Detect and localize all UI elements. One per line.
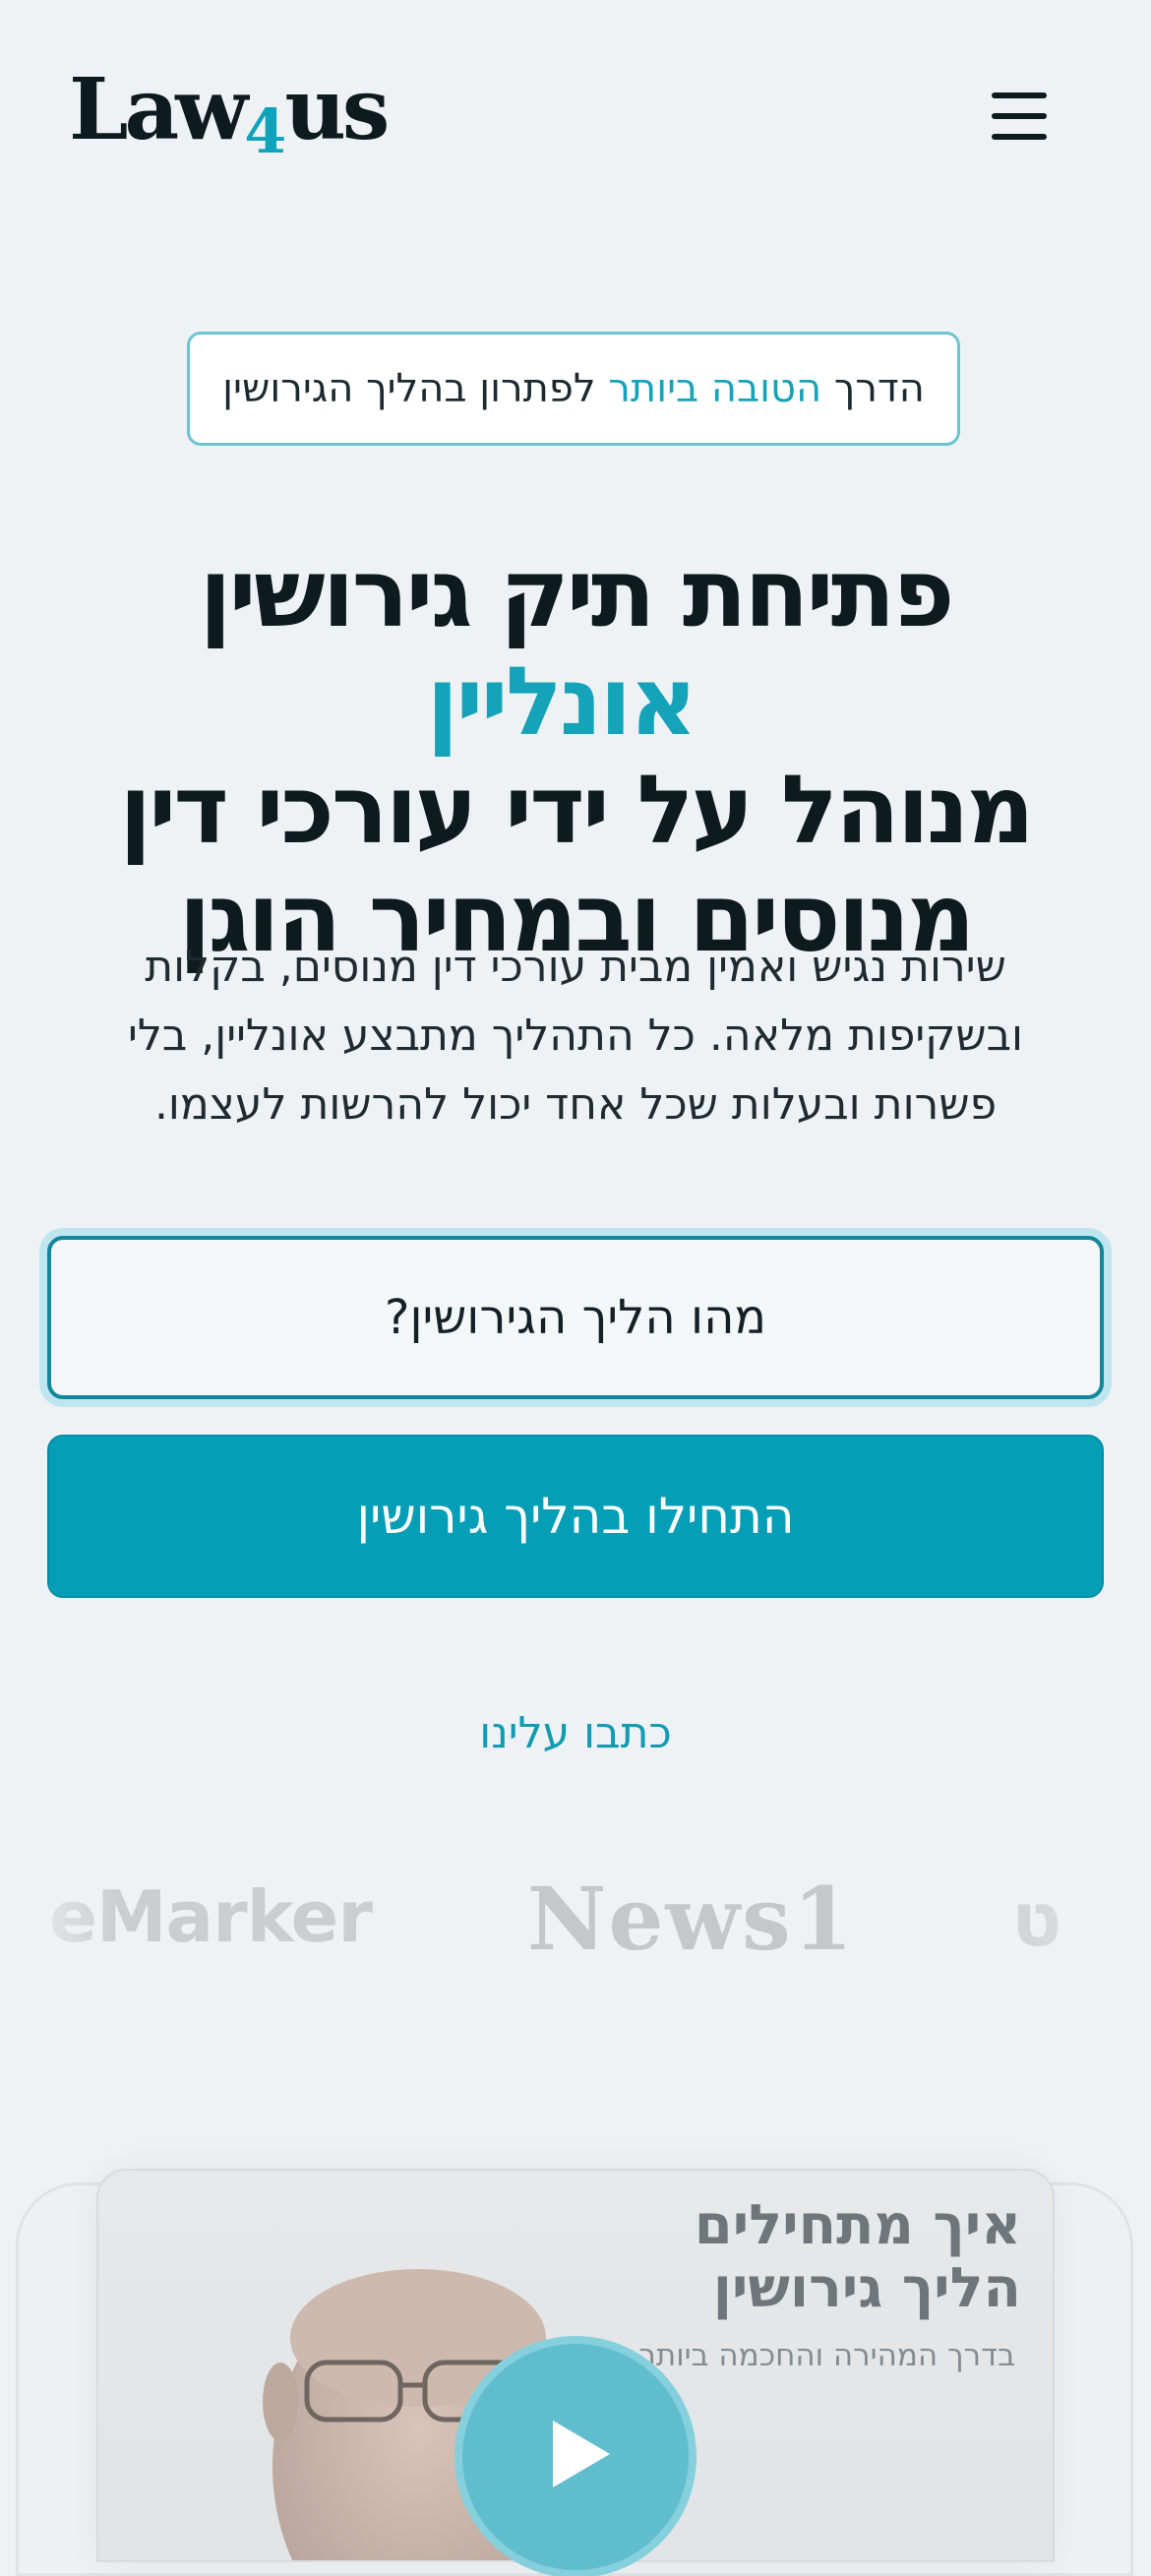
badge-text-start: הדרך xyxy=(833,366,925,411)
what-is-divorce-button[interactable]: מהו הליך הגירושין? xyxy=(47,1236,1104,1399)
tagline-badge: הדרך הטובה ביותר לפתרון בהליך הגירושין xyxy=(187,332,960,446)
hero-headline: פתיחת תיק גירושין אונליין מנוהל על ידי ע… xyxy=(59,539,1092,972)
video-title-line-2: הליך גירושין xyxy=(712,2256,1021,2320)
badge-text-end: לפתרון בהליך הגירושין xyxy=(222,366,596,411)
start-divorce-button[interactable]: התחילו בהליך גירושין xyxy=(47,1435,1104,1598)
carousel-fade-right xyxy=(1033,1850,1151,1988)
press-logo-news1: News1 xyxy=(527,1868,855,1970)
logo-text-four: 4 xyxy=(244,95,286,167)
hero-description: שירות נגיש ואמין מבית עורכי דין מנוסים, … xyxy=(127,942,1023,1130)
brand-logo[interactable]: Law4us xyxy=(69,60,390,168)
headline-line-1-text: פתיחת תיק גירושין xyxy=(199,538,955,648)
play-icon[interactable] xyxy=(553,2421,610,2487)
logo-text-us: us xyxy=(284,60,390,159)
press-link[interactable]: כתבו עלינו xyxy=(379,1708,772,1758)
carousel-fade-left xyxy=(0,1850,118,1988)
headline-line-1: פתיחת תיק גירושין אונליין xyxy=(59,539,1092,756)
video-title-line-1: איך מתחילים xyxy=(694,2193,1021,2257)
hamburger-icon[interactable] xyxy=(992,92,1047,140)
badge-text-accent: הטובה ביותר xyxy=(608,366,822,411)
headline-line-2: מנוהל על ידי עורכי דין xyxy=(119,755,1035,865)
logo-text-law: Law xyxy=(69,60,248,159)
video-title: איך מתחילים הליך גירושין xyxy=(470,2194,1021,2320)
headline-accent-word: אונליין xyxy=(426,646,697,757)
